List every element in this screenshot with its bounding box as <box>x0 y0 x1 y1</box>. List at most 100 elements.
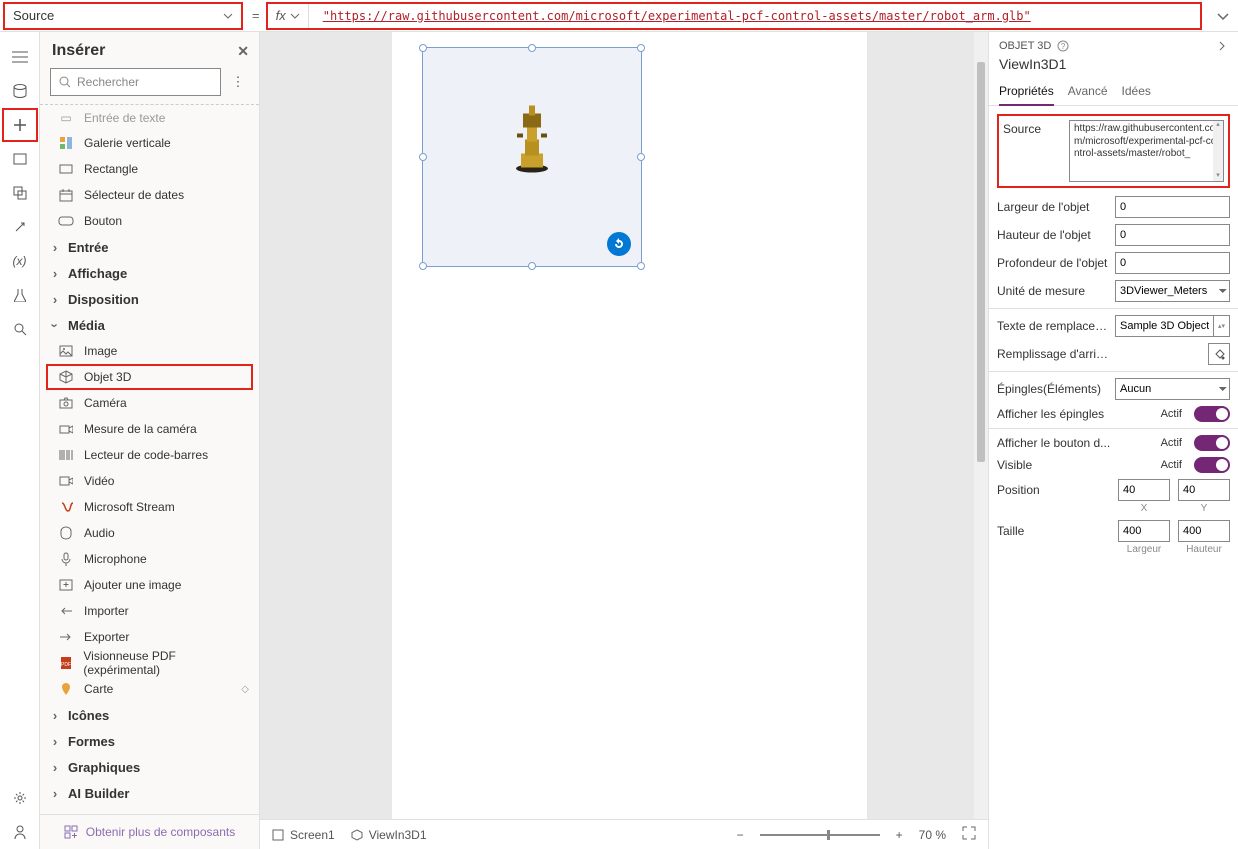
show-button-toggle[interactable] <box>1194 435 1230 451</box>
text-input-icon: ▭ <box>58 110 74 126</box>
variables-button[interactable]: (x) <box>2 244 38 278</box>
pins-select[interactable]: Aucun <box>1115 378 1230 400</box>
pos-y-input[interactable] <box>1178 479 1230 501</box>
settings-button[interactable] <box>2 781 38 815</box>
ask-button[interactable] <box>2 815 38 849</box>
show-pins-toggle[interactable] <box>1194 406 1230 422</box>
export-icon <box>58 629 74 645</box>
formula-bar[interactable]: fx "https://raw.githubusercontent.com/mi… <box>266 2 1202 30</box>
list-item[interactable]: Audio <box>40 520 259 546</box>
size-h-input[interactable] <box>1178 520 1230 542</box>
prop-source-value[interactable]: https://raw.githubusercontent.com/micros… <box>1069 120 1224 182</box>
search-icon <box>59 76 71 88</box>
object-depth-input[interactable] <box>1115 252 1230 274</box>
search-input[interactable]: Rechercher <box>50 68 221 96</box>
visible-toggle[interactable] <box>1194 457 1230 473</box>
button-icon <box>58 213 74 229</box>
insert-group[interactable]: ›Formes <box>40 728 259 754</box>
list-item[interactable]: Image <box>40 338 259 364</box>
fit-to-screen-button[interactable] <box>962 826 976 843</box>
formula-value[interactable]: "https://raw.githubusercontent.com/micro… <box>309 9 1045 23</box>
control-type-label: OBJET 3D <box>999 40 1051 52</box>
insert-group[interactable]: ›Icônes <box>40 702 259 728</box>
map-icon <box>58 681 74 697</box>
cube-icon <box>58 369 74 385</box>
control-crumb[interactable]: ViewIn3D1 <box>351 828 427 842</box>
info-icon[interactable]: ? <box>1057 40 1069 52</box>
list-item[interactable]: Galerie verticale <box>40 130 259 156</box>
object-height-input[interactable] <box>1115 224 1230 246</box>
list-item[interactable]: ▭Entrée de texte <box>40 104 259 130</box>
screens-button[interactable] <box>2 176 38 210</box>
size-w-input[interactable] <box>1118 520 1170 542</box>
data-button[interactable] <box>2 74 38 108</box>
insert-panel: Insérer ✕ Rechercher ⋮ ▭Entrée de texte … <box>40 32 260 849</box>
insert-group[interactable]: ›Affichage <box>40 260 259 286</box>
list-item[interactable]: Mesure de la caméra <box>40 416 259 442</box>
expand-formula-button[interactable] <box>1208 9 1238 23</box>
more-options-button[interactable]: ⋮ <box>227 68 249 96</box>
pos-x-input[interactable] <box>1118 479 1170 501</box>
tab-advanced[interactable]: Avancé <box>1068 78 1108 105</box>
unit-select[interactable]: 3DViewer_Meters <box>1115 280 1230 302</box>
tab-properties[interactable]: Propriétés <box>999 78 1054 106</box>
get-more-components-button[interactable]: Obtenir plus de composants <box>40 814 259 849</box>
insert-group[interactable]: ›AI Builder <box>40 780 259 806</box>
add-image-icon <box>58 577 74 593</box>
list-item[interactable]: Caméra <box>40 390 259 416</box>
property-selector[interactable]: Source <box>3 2 243 30</box>
list-item-3d-object[interactable]: Objet 3D <box>46 364 253 390</box>
insert-group[interactable]: ›Entrée <box>40 234 259 260</box>
object-width-input[interactable] <box>1115 196 1230 218</box>
list-item[interactable]: Vidéo <box>40 468 259 494</box>
insert-group[interactable]: ›Mixed Reality <box>40 806 259 814</box>
close-icon[interactable]: ✕ <box>237 43 249 60</box>
textarea-scrollbar[interactable]: ▴▾ <box>1213 121 1223 181</box>
insert-group[interactable]: ›Disposition <box>40 286 259 312</box>
tests-button[interactable] <box>2 278 38 312</box>
alt-text-input[interactable] <box>1115 315 1214 337</box>
reset-view-button[interactable] <box>607 232 631 256</box>
paint-bucket-icon <box>1213 348 1225 360</box>
prop-label: Afficher le bouton d... <box>997 436 1155 450</box>
list-item[interactable]: Bouton <box>40 208 259 234</box>
tools-button[interactable] <box>2 210 38 244</box>
list-item[interactable]: Ajouter une image <box>40 572 259 598</box>
tree-view-button[interactable] <box>2 40 38 74</box>
prop-label: Hauteur de l'objet <box>997 228 1109 242</box>
insert-group-media[interactable]: ›Média <box>40 312 259 338</box>
search-rail-button[interactable] <box>2 312 38 346</box>
chevron-right-icon: › <box>50 240 60 255</box>
selected-control[interactable] <box>422 47 642 267</box>
list-item[interactable]: Exporter <box>40 624 259 650</box>
insert-group[interactable]: ›Graphiques <box>40 754 259 780</box>
media-button[interactable] <box>2 142 38 176</box>
screen-crumb[interactable]: Screen1 <box>272 828 335 842</box>
list-item[interactable]: Carte◇ <box>40 676 259 702</box>
pdf-icon: PDF <box>58 655 73 671</box>
canvas[interactable]: Screen1 ViewIn3D1 − + 70 % <box>260 32 988 849</box>
list-item[interactable]: Microphone <box>40 546 259 572</box>
zoom-slider[interactable] <box>760 834 880 836</box>
video-icon <box>58 473 74 489</box>
list-item[interactable]: Sélecteur de dates <box>40 182 259 208</box>
left-rail: (x) <box>0 32 40 849</box>
list-item[interactable]: PDFVisionneuse PDF (expérimental) <box>40 650 259 676</box>
stepper[interactable]: ▴▾ <box>1214 315 1230 337</box>
premium-icon: ◇ <box>241 684 249 695</box>
image-icon <box>58 343 74 359</box>
insert-button[interactable] <box>2 108 38 142</box>
chevron-right-icon[interactable] <box>1216 40 1228 52</box>
chevron-down-icon <box>1216 9 1230 23</box>
vertical-scrollbar[interactable] <box>974 32 988 829</box>
list-item[interactable]: Importer <box>40 598 259 624</box>
background-color-picker[interactable] <box>1208 343 1230 365</box>
list-item[interactable]: Lecteur de code-barres <box>40 442 259 468</box>
zoom-in-button[interactable]: + <box>896 828 903 842</box>
control-name[interactable]: ViewIn3D1 <box>989 56 1238 78</box>
list-item[interactable]: Microsoft Stream <box>40 494 259 520</box>
tab-ideas[interactable]: Idées <box>1122 78 1151 105</box>
zoom-out-button[interactable]: − <box>737 828 744 842</box>
list-item[interactable]: Rectangle <box>40 156 259 182</box>
svg-text:?: ? <box>1061 42 1066 51</box>
